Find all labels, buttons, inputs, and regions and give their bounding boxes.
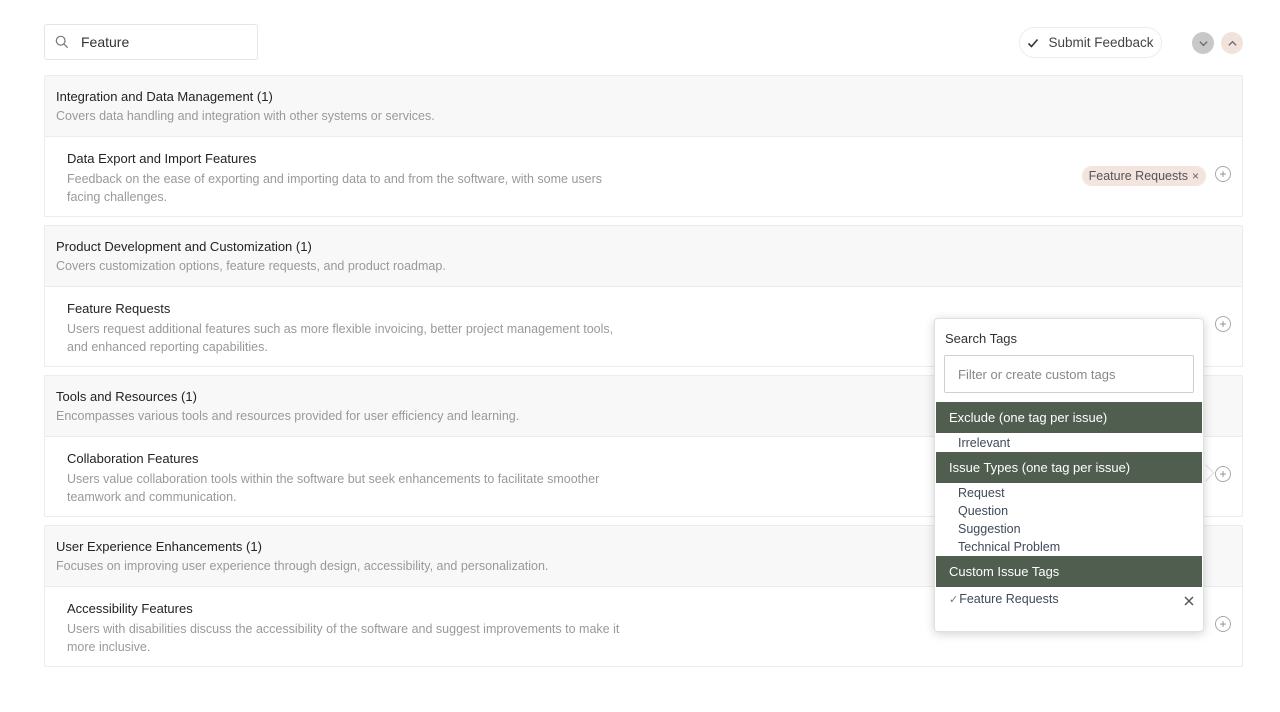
plus-icon: +: [1219, 467, 1227, 481]
search-icon: [55, 35, 69, 49]
chevron-down-icon: [1198, 40, 1208, 46]
close-icon[interactable]: [1183, 595, 1195, 607]
tag-option-irrelevant[interactable]: Irrelevant: [958, 434, 1010, 452]
tag-filter-input[interactable]: [944, 355, 1194, 393]
add-tag-button[interactable]: +: [1215, 616, 1231, 632]
plus-icon: +: [1219, 617, 1227, 631]
add-tag-button[interactable]: +: [1215, 466, 1231, 482]
check-icon: [1028, 38, 1039, 48]
theme-item[interactable]: Data Export and Import Features Feedback…: [45, 137, 1242, 216]
group-description: Covers data handling and integration wit…: [56, 109, 435, 123]
custom-tag-option[interactable]: ✓ Feature Requests: [949, 592, 1059, 606]
tag-label: Feature Requests: [1088, 169, 1188, 183]
remove-tag-icon[interactable]: ×: [1192, 169, 1199, 183]
expand-all-button[interactable]: [1221, 32, 1243, 54]
tag-popover: Search Tags Exclude (one tag per issue) …: [934, 318, 1204, 632]
search-input[interactable]: [79, 33, 243, 51]
tag-option-question[interactable]: Question: [958, 502, 1008, 520]
item-title: Data Export and Import Features: [67, 151, 257, 166]
collapse-all-button[interactable]: [1192, 32, 1214, 54]
add-tag-button[interactable]: +: [1215, 316, 1231, 332]
submit-feedback-button[interactable]: Submit Feedback: [1019, 27, 1162, 58]
item-description: Users value collaboration tools within t…: [67, 472, 600, 504]
chevron-up-icon: [1227, 40, 1237, 46]
tag-option-suggestion[interactable]: Suggestion: [958, 520, 1021, 538]
tag-option-request[interactable]: Request: [958, 484, 1005, 502]
plus-icon: +: [1219, 317, 1227, 331]
group-header[interactable]: Integration and Data Management (1) Cove…: [45, 76, 1242, 137]
item-description: Users with disabilities discuss the acce…: [67, 622, 620, 654]
section-header-exclude: Exclude (one tag per issue): [936, 402, 1202, 433]
section-header-custom: Custom Issue Tags: [936, 556, 1202, 587]
item-description: Feedback on the ease of exporting and im…: [67, 172, 603, 204]
group-title: Product Development and Customization (1…: [56, 239, 312, 254]
popover-label: Search Tags: [945, 331, 1018, 346]
custom-tag-label: Feature Requests: [959, 592, 1059, 606]
plus-icon: +: [1219, 167, 1227, 181]
tag-option-technical-problem[interactable]: Technical Problem: [958, 538, 1060, 556]
group-header[interactable]: Product Development and Customization (1…: [45, 226, 1242, 287]
add-tag-button[interactable]: +: [1215, 166, 1231, 182]
theme-group: Integration and Data Management (1) Cove…: [44, 75, 1243, 217]
search-box[interactable]: [44, 24, 258, 60]
tag-chip: Feature Requests ×: [1081, 166, 1206, 186]
section-header-issue-types: Issue Types (one tag per issue): [936, 452, 1202, 483]
check-icon: ✓: [949, 593, 959, 606]
group-description: Covers customization options, feature re…: [56, 259, 446, 273]
item-description: Users request additional features such a…: [67, 322, 614, 354]
item-title: Feature Requests: [67, 301, 171, 316]
submit-feedback-label: Submit Feedback: [1048, 35, 1154, 50]
group-title: Integration and Data Management (1): [56, 89, 273, 104]
